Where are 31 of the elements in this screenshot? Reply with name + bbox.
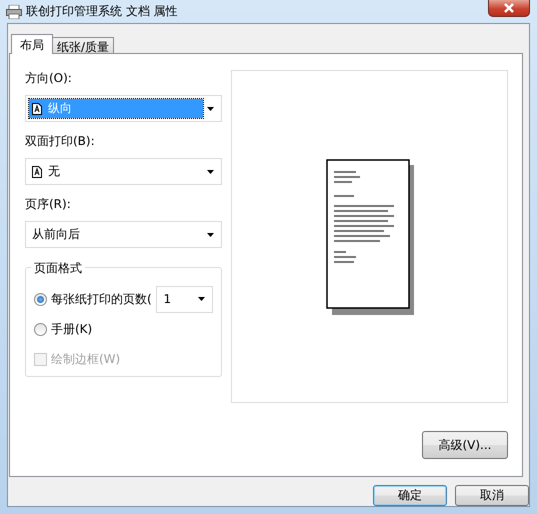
dialog-button[interactable]: 确定: [373, 485, 447, 506]
option-label: 手册(K): [51, 320, 92, 338]
group-title: 页面格式: [31, 260, 85, 277]
close-button[interactable]: [488, 0, 530, 17]
dropdown-value: 无: [48, 163, 60, 180]
pages-per-sheet-dropdown[interactable]: 1: [156, 286, 214, 312]
dropdown[interactable]: 从前向后: [25, 221, 222, 248]
tab[interactable]: 布局: [11, 34, 53, 54]
document-icon: [32, 102, 42, 114]
radio-button[interactable]: [34, 292, 47, 306]
field-label: 方向(O):: [25, 70, 73, 87]
window-title: 联创打印管理系统 文档 属性: [26, 3, 178, 20]
tab[interactable]: 纸张/质量: [52, 37, 114, 53]
option-label: 每张纸打印的页数(: [51, 290, 152, 308]
option-label: 绘制边框(W): [51, 350, 120, 368]
printer-icon: [6, 4, 22, 18]
dropdown-value: 纵向: [48, 100, 72, 117]
dropdown-arrow-icon: [207, 232, 214, 236]
dropdown[interactable]: 无: [25, 158, 222, 185]
dialog-button[interactable]: 取消: [455, 485, 529, 506]
dropdown-arrow-icon: [207, 106, 214, 110]
advanced-button[interactable]: 高级(V)...: [422, 431, 508, 459]
document-icon: [32, 166, 42, 178]
dropdown-arrow-icon: [207, 170, 214, 174]
dropdown-value: 从前向后: [32, 226, 80, 243]
radio-button[interactable]: [34, 322, 47, 336]
close-icon: [503, 3, 515, 13]
dropdown-value: 1: [163, 292, 172, 306]
field-label: 双面打印(B):: [25, 133, 96, 150]
field-label: 页序(R):: [25, 196, 72, 213]
dropdown-arrow-icon: [198, 297, 206, 301]
